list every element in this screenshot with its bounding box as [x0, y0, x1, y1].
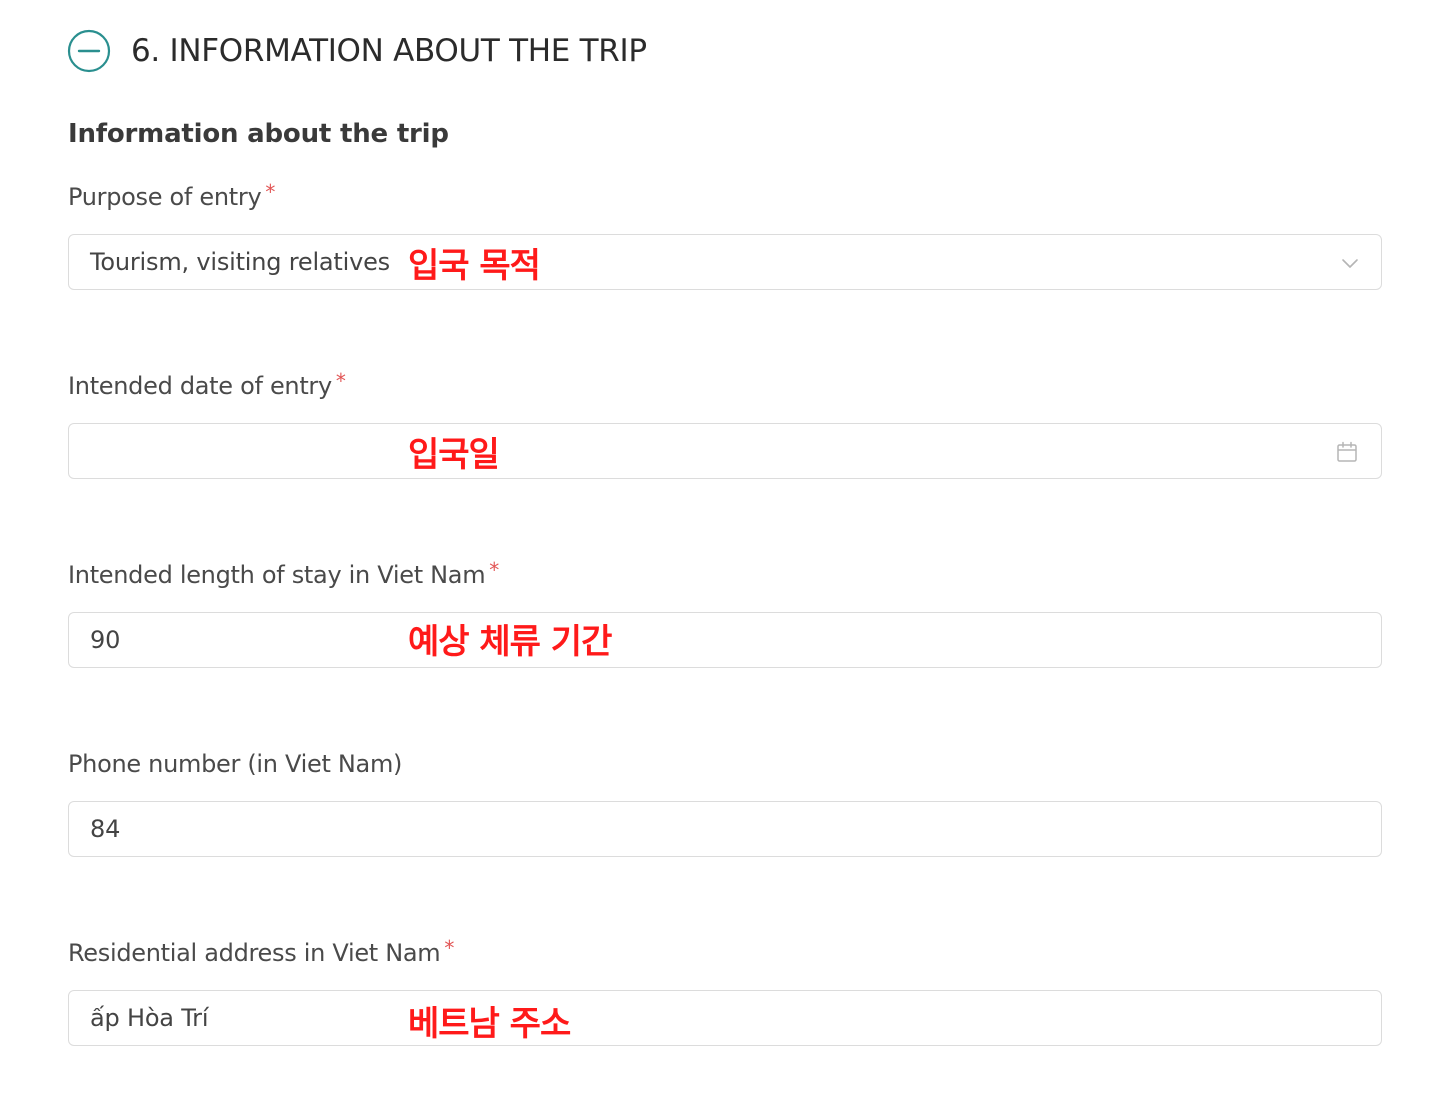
address-label-text: Residential address in Viet Nam: [68, 939, 441, 967]
phone-label-text: Phone number (in Viet Nam): [68, 750, 403, 778]
address-annotation: 베트남 주소: [408, 1004, 571, 1044]
entry-date-label: Intended date of entry *: [68, 369, 346, 400]
phone-input[interactable]: 84: [68, 801, 1382, 857]
section-header[interactable]: 6. INFORMATION ABOUT THE TRIP: [67, 28, 647, 74]
length-of-stay-label-text: Intended length of stay in Viet Nam: [68, 561, 486, 589]
required-mark: *: [335, 369, 346, 393]
address-label: Residential address in Viet Nam *: [68, 936, 455, 967]
address-input[interactable]: ấp Hòa Trí: [68, 990, 1382, 1046]
chevron-down-icon[interactable]: [1339, 252, 1361, 274]
purpose-select-value: Tourism, visiting relatives: [90, 248, 390, 276]
purpose-label-text: Purpose of entry: [68, 183, 262, 211]
length-of-stay-label: Intended length of stay in Viet Nam *: [68, 558, 499, 589]
calendar-icon[interactable]: [1335, 440, 1359, 464]
entry-date-picker[interactable]: [68, 423, 1382, 479]
length-of-stay-input[interactable]: 90: [68, 612, 1382, 668]
required-mark: *: [265, 180, 276, 204]
length-of-stay-value: 90: [90, 626, 121, 654]
phone-value: 84: [90, 815, 121, 843]
purpose-annotation: 입국 목적: [408, 246, 541, 286]
phone-label: Phone number (in Viet Nam): [68, 750, 402, 778]
length-of-stay-annotation: 예상 체류 기간: [408, 622, 612, 662]
section-title: 6. INFORMATION ABOUT THE TRIP: [131, 33, 647, 69]
address-value: ấp Hòa Trí: [90, 1004, 209, 1032]
entry-date-label-text: Intended date of entry: [68, 372, 332, 400]
subsection-title: Information about the trip: [68, 119, 449, 149]
purpose-select[interactable]: Tourism, visiting relatives: [68, 234, 1382, 290]
required-mark: *: [444, 936, 455, 960]
minus-circle-icon[interactable]: [67, 29, 111, 73]
required-mark: *: [489, 558, 499, 582]
entry-date-annotation: 입국일: [408, 435, 500, 475]
purpose-label: Purpose of entry *: [68, 180, 276, 211]
